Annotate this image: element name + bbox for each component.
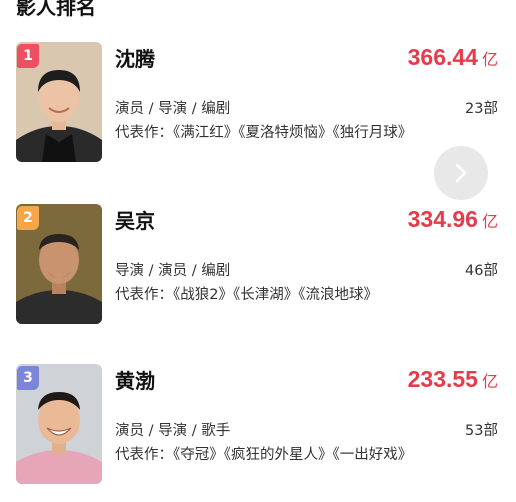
person-roles: 导演 / 演员 / 编剧	[115, 263, 231, 279]
representative-works: 代表作：《战狼2》《长津湖》《流浪地球》	[115, 287, 378, 303]
chevron-right-icon	[455, 163, 467, 183]
person-name[interactable]: 沈腾	[115, 43, 155, 75]
film-count: 46部	[465, 263, 498, 279]
person-roles: 演员 / 导演 / 歌手	[115, 423, 231, 439]
box-office-unit: 亿	[481, 372, 498, 391]
rank-badge: 1	[17, 44, 39, 68]
film-count: 23部	[465, 101, 498, 117]
box-office: 334.96 亿	[408, 206, 498, 233]
person-roles: 演员 / 导演 / 编剧	[115, 101, 231, 117]
section-title: 影人排名	[16, 0, 96, 19]
box-office-unit: 亿	[481, 50, 498, 69]
person-card[interactable]: 1 沈腾 366.44 亿 演员 / 导演 / 编剧 23部 代表作：《满江红》《…	[0, 42, 516, 172]
rank-badge: 2	[17, 206, 39, 230]
box-office-unit: 亿	[481, 212, 498, 231]
person-card[interactable]: 2 吴京 334.96 亿 导演 / 演员 / 编剧 46部 代表作：《战狼2》《…	[0, 204, 516, 334]
person-name[interactable]: 黄渤	[115, 365, 155, 397]
rank-badge: 3	[17, 366, 39, 390]
representative-works: 代表作：《夺冠》《疯狂的外星人》《一出好戏》	[115, 447, 413, 463]
box-office: 366.44 亿	[408, 44, 498, 71]
person-name[interactable]: 吴京	[115, 205, 155, 237]
box-office-value: 334.96	[407, 206, 478, 232]
box-office-value: 233.55	[407, 366, 478, 392]
representative-works: 代表作：《满江红》《夏洛特烦恼》《独行月球》	[115, 125, 413, 141]
box-office-value: 366.44	[407, 44, 478, 70]
next-page-button[interactable]	[434, 146, 488, 200]
person-card[interactable]: 3 黄渤 233.55 亿 演员 / 导演 / 歌手 53部 代表作：《夺冠》《疯…	[0, 364, 516, 494]
box-office: 233.55 亿	[408, 366, 498, 393]
film-count: 53部	[465, 423, 498, 439]
